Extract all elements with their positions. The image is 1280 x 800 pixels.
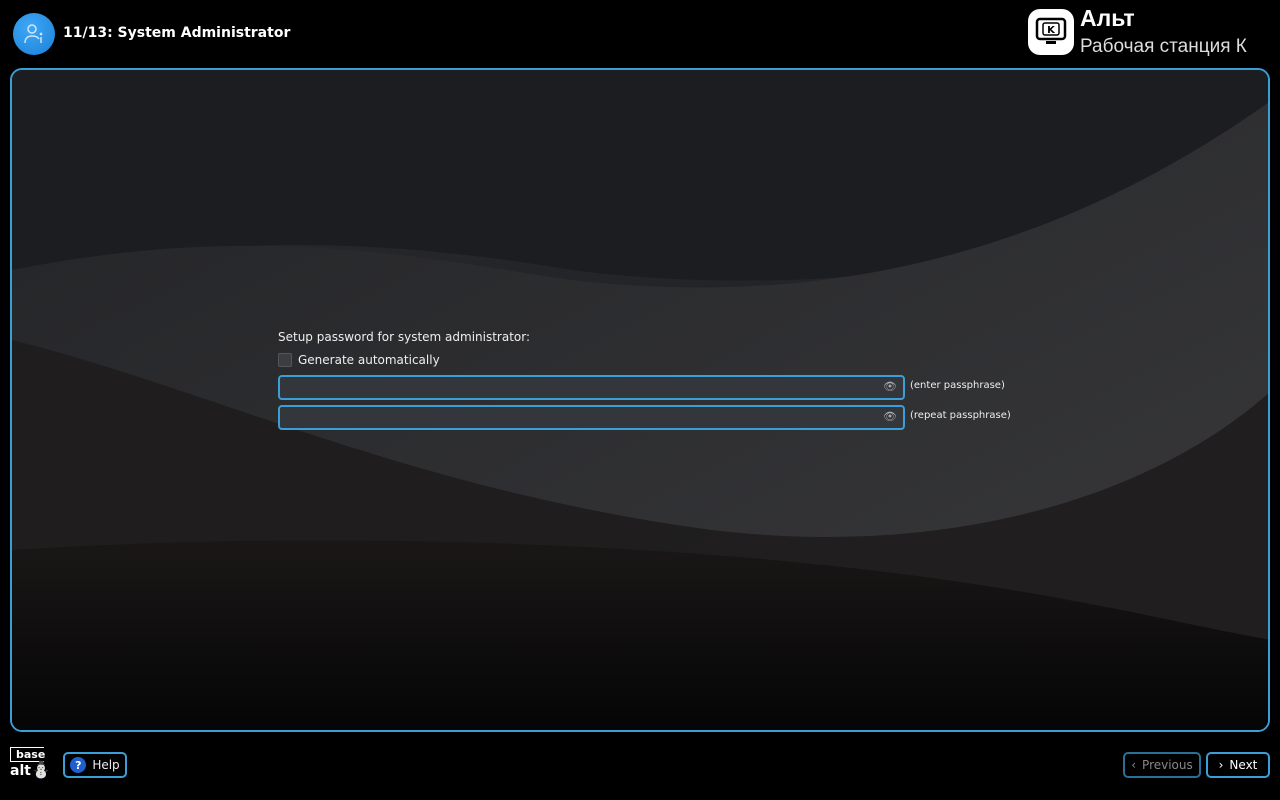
help-label: Help <box>92 758 120 772</box>
help-icon: ? <box>70 757 87 773</box>
user-admin-icon <box>13 13 55 55</box>
show-repeat-password-eye-icon[interactable]: 👁 <box>883 410 897 423</box>
password-input[interactable]: 👁 <box>278 375 905 400</box>
show-password-eye-icon[interactable]: 👁 <box>883 380 897 393</box>
chevron-left-icon: ‹ <box>1131 758 1137 772</box>
generate-automatically-checkbox[interactable]: Generate automatically <box>278 353 440 367</box>
checkbox-box[interactable] <box>278 353 292 367</box>
basealt-logo: base alt⛄ <box>10 747 51 779</box>
step-title: 11/13: System Administrator <box>63 25 291 41</box>
alt-logo: K <box>1028 9 1074 55</box>
next-label: Next <box>1229 758 1258 772</box>
wallpaper <box>12 70 1268 730</box>
previous-button[interactable]: ‹ Previous <box>1123 752 1201 778</box>
chevron-right-icon: › <box>1218 758 1224 772</box>
enter-passphrase-hint: (enter passphrase) <box>910 380 1005 391</box>
main-panel: Setup password for system administrator:… <box>10 68 1270 732</box>
password-prompt: Setup password for system administrator: <box>278 330 531 344</box>
svg-text:K: K <box>1047 25 1056 36</box>
previous-label: Previous <box>1142 758 1193 772</box>
repeat-passphrase-hint: (repeat passphrase) <box>910 410 1011 421</box>
repeat-password-input[interactable]: 👁 <box>278 405 905 430</box>
brand-subtitle: Рабочая станция К <box>1080 36 1247 57</box>
generate-automatically-label: Generate automatically <box>298 353 440 367</box>
brand-title: Альт <box>1080 5 1135 31</box>
next-button[interactable]: › Next <box>1206 752 1270 778</box>
help-button[interactable]: ? Help <box>63 752 127 778</box>
